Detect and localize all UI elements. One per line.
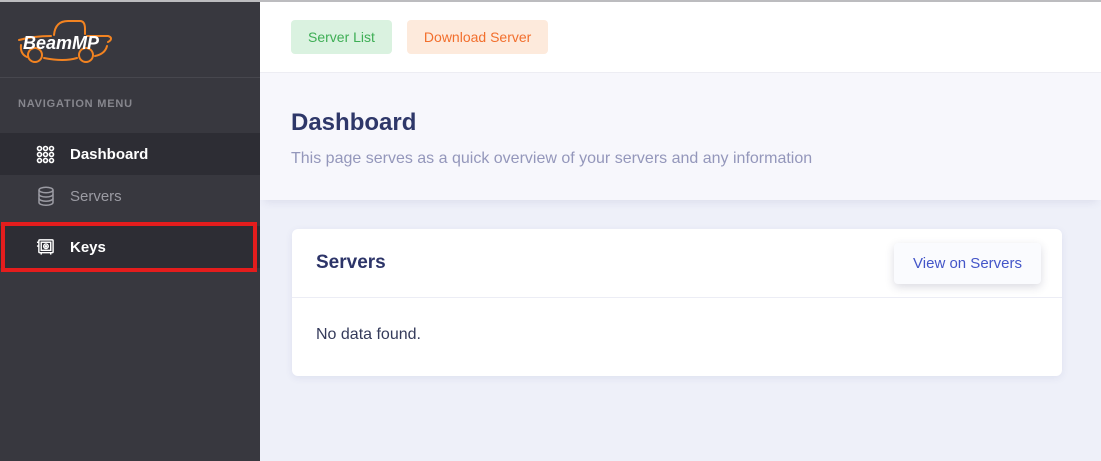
empty-state-text: No data found. [316, 326, 421, 343]
server-list-button[interactable]: Server List [291, 20, 392, 54]
content-area: Servers View on Servers No data found. [260, 200, 1101, 461]
beammp-truck-logo: BeamMP [16, 14, 116, 66]
servers-card: Servers View on Servers No data found. [292, 229, 1062, 376]
page-header: Dashboard This page serves as a quick ov… [260, 73, 1101, 200]
sidebar-item-dashboard[interactable]: Dashboard [0, 133, 260, 175]
servers-card-header: Servers View on Servers [292, 229, 1062, 298]
sidebar-item-label: Dashboard [70, 146, 148, 163]
sidebar-item-keys[interactable]: Keys [0, 226, 260, 268]
sidebar: BeamMP NAVIGATION MENU Dashboard [0, 2, 260, 461]
page-title: Dashboard [291, 109, 1070, 137]
sidebar-item-label: Servers [70, 188, 122, 205]
servers-card-title: Servers [316, 252, 386, 274]
topbar: Server List Download Server [260, 2, 1101, 73]
sidebar-item-servers[interactable]: Servers [0, 175, 260, 217]
page-subtitle: This page serves as a quick overview of … [291, 149, 1070, 168]
grid-dots-icon [36, 144, 55, 164]
servers-card-body: No data found. [292, 298, 1062, 376]
sidebar-item-label: Keys [70, 239, 106, 256]
logo-area[interactable]: BeamMP [0, 2, 260, 78]
safe-icon [36, 237, 55, 257]
beammp-dashboard-app: BeamMP NAVIGATION MENU Dashboard [0, 0, 1101, 461]
logo-text: BeamMP [23, 33, 100, 53]
main-area: Server List Download Server Dashboard Th… [260, 2, 1101, 461]
view-on-servers-button[interactable]: View on Servers [894, 243, 1041, 284]
database-icon [36, 186, 55, 206]
sidebar-item-keys-wrap: Keys [0, 226, 260, 268]
nav-list: Dashboard Servers [0, 133, 260, 268]
nav-section-label: NAVIGATION MENU [0, 78, 260, 124]
download-server-button[interactable]: Download Server [407, 20, 548, 54]
